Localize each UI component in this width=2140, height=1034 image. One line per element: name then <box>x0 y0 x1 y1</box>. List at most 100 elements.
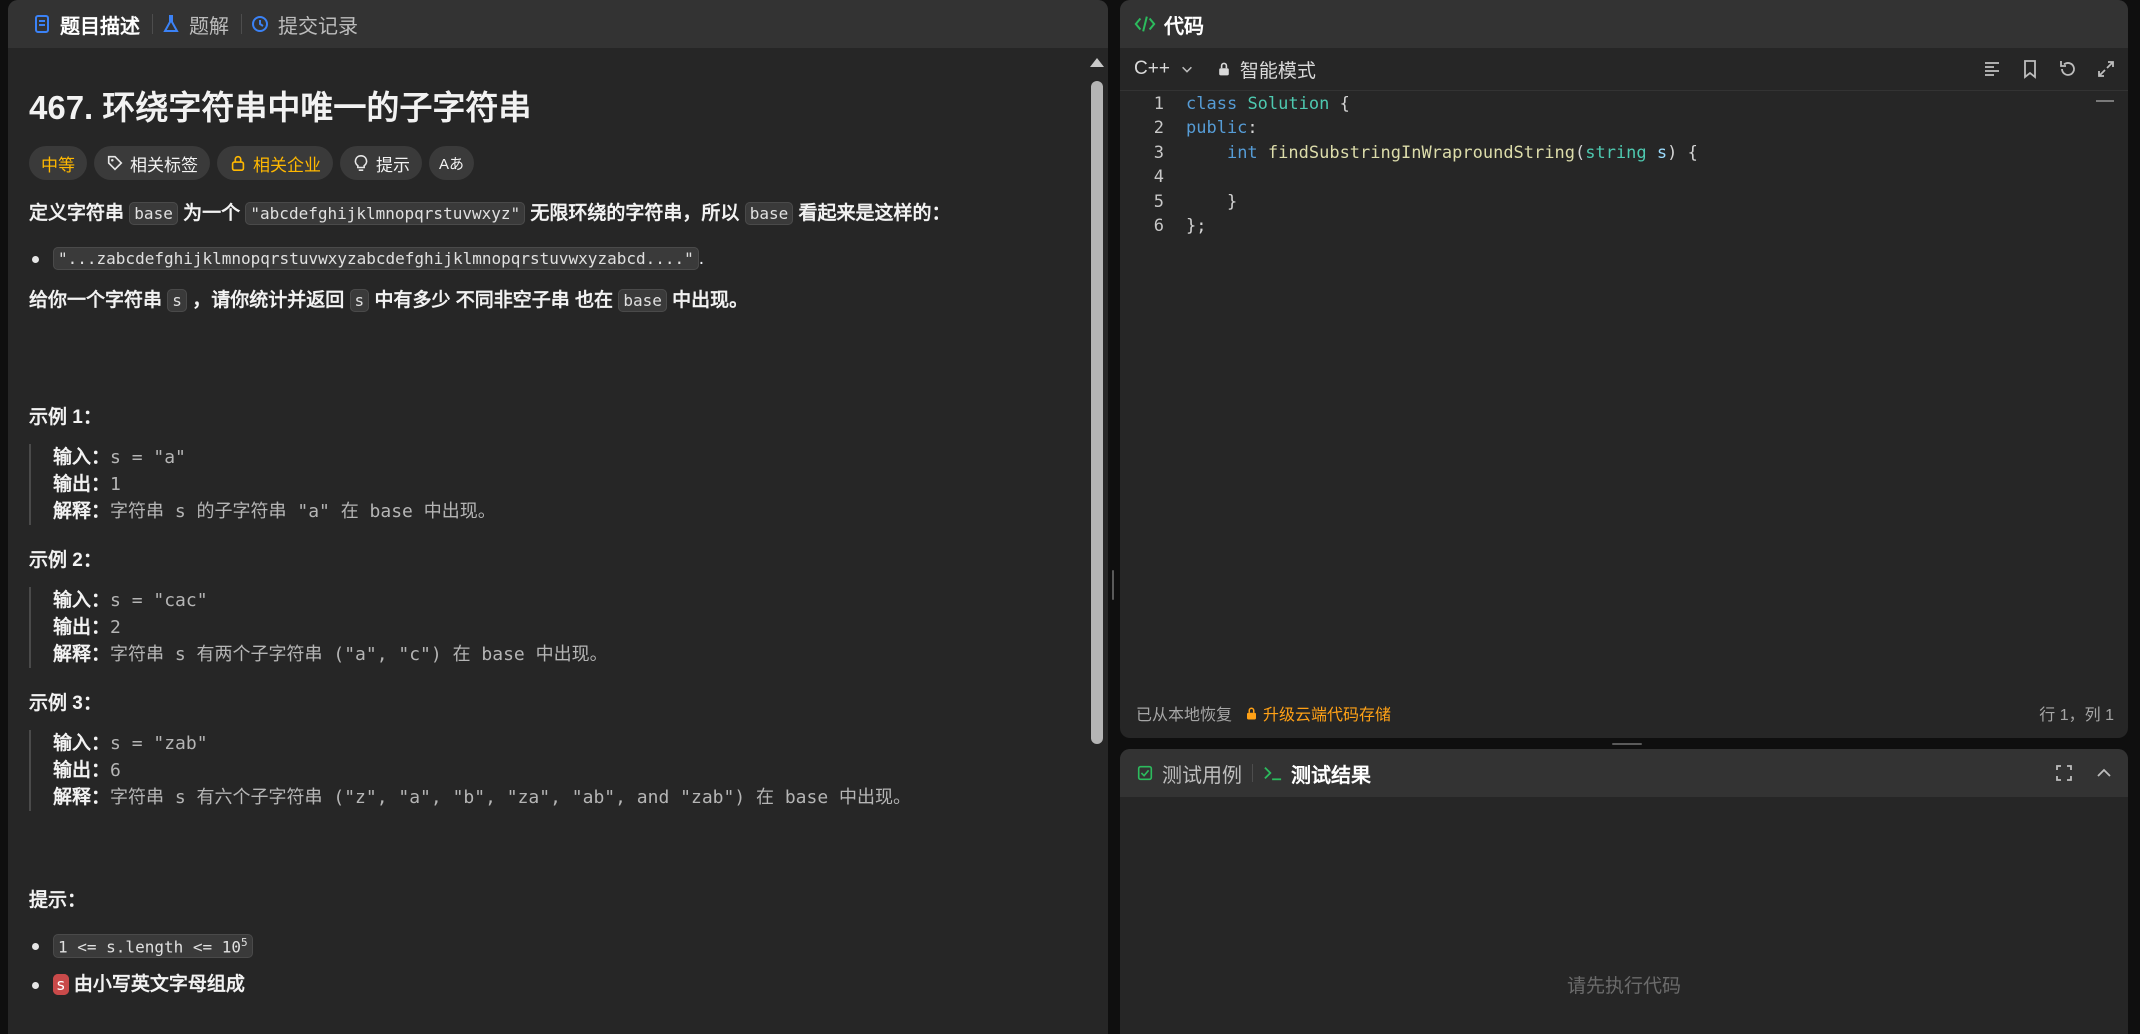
output-label: 输出： <box>53 760 111 781</box>
scrollbar-thumb[interactable] <box>1091 81 1103 744</box>
output-label: 输出： <box>53 474 111 495</box>
code-toolbar: C++ 智能模式 <box>1120 48 2128 91</box>
explain-value: 字符串 s 有六个子字符串 ("z", "a", "b", "za", "ab"… <box>110 787 912 808</box>
tab-solutions[interactable]: 题解 <box>153 0 241 48</box>
text: ，请你统计并返回 <box>192 290 345 311</box>
inline-code: 1 <= s.length <= 105 <box>53 934 253 959</box>
checkbox-icon <box>1137 765 1153 781</box>
input-label: 输入： <box>53 733 111 754</box>
tab-solutions-label: 题解 <box>189 15 229 38</box>
explain-value: 字符串 s 有两个子字符串 ("a", "c") 在 base 中出现。 <box>110 644 608 665</box>
example-title: 示例 3： <box>29 693 102 714</box>
lock-icon <box>231 155 245 172</box>
chevron-up-icon[interactable] <box>2094 763 2114 783</box>
lock-icon <box>1247 707 1257 719</box>
app-root: 题目描述 题解 提交记录 467. 环绕字符串中唯一的子字符串 中等 相关标签 <box>0 0 2140 1034</box>
inline-code: "abcdefghijklmnopqrstuvwxyz" <box>245 202 526 225</box>
format-icon[interactable] <box>1982 59 2002 79</box>
code-text: } <box>1186 191 1238 212</box>
text: 看起来是这样的： <box>798 203 951 224</box>
code-line: 5 } <box>1120 190 2128 214</box>
line-number: 5 <box>1153 191 1164 212</box>
tab-testcases[interactable]: 测试用例 <box>1136 759 1242 788</box>
terminal-icon <box>1264 766 1282 781</box>
text: 定义字符串 <box>29 203 125 224</box>
input-value: s = "a" <box>110 447 186 468</box>
expand-icon[interactable] <box>2096 59 2116 79</box>
inline-code: "...zabcdefghijklmnopqrstuvwxyzabcdefghi… <box>53 247 699 270</box>
related-companies-button[interactable]: 相关企业 <box>217 146 333 180</box>
text: 中有多少 <box>374 290 451 311</box>
translate-icon: Aあ <box>439 155 465 173</box>
list-item: "...zabcdefghijklmnopqrstuvwxyzabcdefghi… <box>29 247 1078 270</box>
translate-button[interactable]: Aあ <box>429 146 475 180</box>
cursor-position: 行 1，列 1 <box>2039 707 2114 724</box>
bullet-dot <box>32 255 39 263</box>
example-title: 示例 2： <box>29 550 102 571</box>
restore-status: 已从本地恢复 <box>1136 707 1233 724</box>
code-status-bar: 已从本地恢复 升级云端代码存储 行 1，列 1 <box>1120 688 2128 738</box>
tab-description[interactable]: 题目描述 <box>24 0 152 48</box>
code-panel-header: 代码 <box>1120 0 2128 48</box>
test-panel-header: 测试用例 测试结果 <box>1120 749 2128 797</box>
chevron-down-icon <box>1181 66 1192 73</box>
difficulty-badge: 中等 <box>29 146 87 180</box>
explain-label: 解释： <box>53 787 111 808</box>
emphasis: 不同非空子串 <box>455 290 570 311</box>
output-value: 6 <box>110 760 121 781</box>
text: 给你一个字符串 <box>29 290 163 311</box>
explain-value: 字符串 s 的子字符串 "a" 在 base 中出现。 <box>110 501 496 522</box>
hint-button[interactable]: 提示 <box>340 146 422 180</box>
difficulty-label: 中等 <box>41 155 75 175</box>
line-number: 2 <box>1153 118 1164 139</box>
description-tabs: 题目描述 题解 提交记录 <box>8 0 1108 48</box>
panel-resizer-horizontal[interactable] <box>1612 743 1642 745</box>
lightbulb-icon <box>354 154 368 172</box>
language-select[interactable]: C++ <box>1134 58 1194 80</box>
problem-description: 467. 环绕字符串中唯一的子字符串 中等 相关标签 相关企业 提示 Aあ 定义… <box>29 48 1078 1034</box>
example-2: 示例 2： 输入：s = "cac" 输出：2 解释：字符串 s 有两个子字符串… <box>29 545 1078 668</box>
code-line: 2 public: <box>1120 116 2128 140</box>
related-tags-button[interactable]: 相关标签 <box>94 146 210 180</box>
constraint-text: 1 <= s.length <= 10 <box>58 937 242 957</box>
panel-resizer-vertical[interactable] <box>1111 570 1115 600</box>
scrollbar[interactable] <box>1090 56 1104 1034</box>
scroll-up-arrow-icon[interactable] <box>1090 58 1104 67</box>
text: . <box>698 248 705 269</box>
upgrade-storage-link[interactable]: 升级云端代码存储 <box>1244 701 1391 725</box>
output-value: 2 <box>110 617 121 638</box>
line-number: 4 <box>1153 167 1164 188</box>
constraints-title: 提示： <box>29 890 87 911</box>
mode-label: 智能模式 <box>1239 60 1316 82</box>
code-text: class Solution { <box>1186 94 1350 114</box>
flask-icon <box>163 15 179 32</box>
minimap-marker <box>2096 100 2114 102</box>
tab-test-results[interactable]: 测试结果 <box>1263 759 1371 788</box>
code-editor[interactable]: 1 class Solution { 2 public: 3 int findSub… <box>1120 92 2128 692</box>
test-panel: 测试用例 测试结果 请先执行代码 <box>1120 749 2128 1034</box>
code-text: }; <box>1186 215 1207 236</box>
code-toolbar-actions <box>1982 59 2128 79</box>
inline-code: base <box>744 202 794 225</box>
line-number: 1 <box>1153 94 1164 114</box>
tab-submissions[interactable]: 提交记录 <box>242 0 370 48</box>
text: 由小写英文字母组成 <box>73 974 245 996</box>
tab-divider <box>1252 764 1253 782</box>
example-block: 输入：s = "a" 输出：1 解释：字符串 s 的子字符串 "a" 在 bas… <box>29 444 1078 525</box>
reset-icon[interactable] <box>2058 59 2078 79</box>
problem-title: 467. 环绕字符串中唯一的子字符串 <box>29 89 532 126</box>
lock-icon <box>1219 62 1229 76</box>
inline-code: base <box>129 202 178 225</box>
text: 中出现。 <box>672 290 749 311</box>
bookmark-icon[interactable] <box>2020 59 2040 79</box>
tab-submissions-label: 提交记录 <box>278 15 358 38</box>
input-value: s = "cac" <box>110 590 208 611</box>
list-item: s 由小写英文字母组成 <box>29 970 1078 1000</box>
fullscreen-icon[interactable] <box>2054 763 2074 783</box>
smart-mode-toggle[interactable]: 智能模式 <box>1216 56 1316 83</box>
code-icon <box>1134 16 1156 32</box>
input-label: 输入： <box>53 590 111 611</box>
description-panel: 题目描述 题解 提交记录 467. 环绕字符串中唯一的子字符串 中等 相关标签 <box>8 0 1108 1034</box>
example-block: 输入：s = "cac" 输出：2 解释：字符串 s 有两个子字符串 ("a",… <box>29 587 1078 668</box>
